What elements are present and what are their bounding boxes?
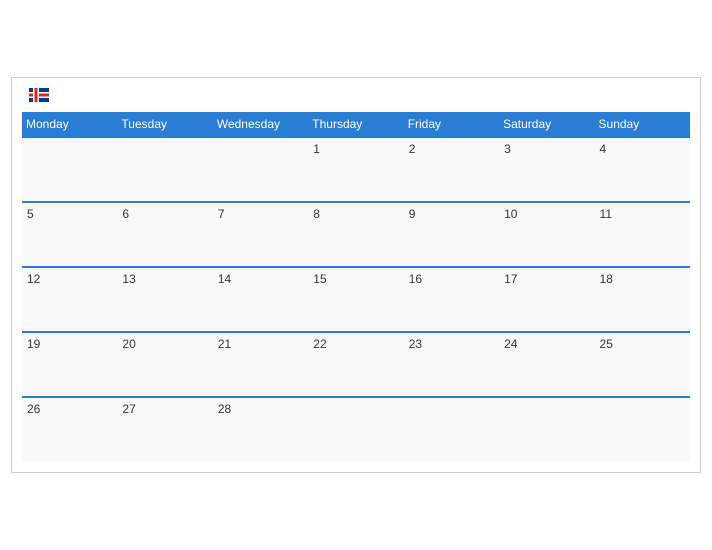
day-cell-9: 9 <box>404 202 499 267</box>
empty-cell <box>308 397 403 462</box>
day-number: 7 <box>218 207 303 221</box>
day-cell-20: 20 <box>117 332 212 397</box>
week-row-2: 56789 10 11 <box>22 202 690 267</box>
day-number: 22 <box>313 337 398 351</box>
day-cell-2: 2 <box>404 137 499 202</box>
day-number: 28 <box>218 402 303 416</box>
day-cell-14: 14 <box>213 267 308 332</box>
day-cell-19: 19 <box>22 332 117 397</box>
day-cell-11: 11 <box>595 202 690 267</box>
calendar-header <box>22 88 690 102</box>
calendar-container: MondayTuesdayWednesdayThursdayFridaySatu… <box>11 77 701 473</box>
empty-cell <box>595 397 690 462</box>
day-cell-17: 17 <box>499 267 594 332</box>
day-cell-10: 10 <box>499 202 594 267</box>
day-cell-13: 13 <box>117 267 212 332</box>
day-number: 23 <box>409 337 494 351</box>
week-row-3: 12 13 14 15 16 17 18 <box>22 267 690 332</box>
day-number: 16 <box>409 272 494 286</box>
weekday-saturday: Saturday <box>499 112 594 137</box>
day-number: 10 <box>504 207 589 221</box>
day-number: 12 <box>27 272 112 286</box>
day-number: 6 <box>122 207 207 221</box>
day-number: 25 <box>600 337 685 351</box>
day-number: 14 <box>218 272 303 286</box>
weekday-sunday: Sunday <box>595 112 690 137</box>
day-number: 2 <box>409 142 494 156</box>
day-cell-6: 6 <box>117 202 212 267</box>
day-number: 18 <box>600 272 685 286</box>
day-number: 24 <box>504 337 589 351</box>
day-cell-7: 7 <box>213 202 308 267</box>
day-number: 26 <box>27 402 112 416</box>
day-cell-25: 25 <box>595 332 690 397</box>
empty-cell <box>117 137 212 202</box>
empty-cell <box>22 137 117 202</box>
day-cell-1: 1 <box>308 137 403 202</box>
day-cell-12: 12 <box>22 267 117 332</box>
day-number: 4 <box>600 142 685 156</box>
weekday-header-row: MondayTuesdayWednesdayThursdayFridaySatu… <box>22 112 690 137</box>
day-number: 21 <box>218 337 303 351</box>
week-row-5: 26 27 28 <box>22 397 690 462</box>
day-number: 15 <box>313 272 398 286</box>
day-number: 20 <box>122 337 207 351</box>
weekday-friday: Friday <box>404 112 499 137</box>
day-cell-22: 22 <box>308 332 403 397</box>
day-cell-28: 28 <box>213 397 308 462</box>
logo <box>27 88 49 102</box>
day-cell-26: 26 <box>22 397 117 462</box>
day-cell-4: 4 <box>595 137 690 202</box>
day-number: 19 <box>27 337 112 351</box>
weekday-tuesday: Tuesday <box>117 112 212 137</box>
day-number: 11 <box>600 207 685 221</box>
day-cell-23: 23 <box>404 332 499 397</box>
weekday-wednesday: Wednesday <box>213 112 308 137</box>
day-number: 9 <box>409 207 494 221</box>
day-number: 1 <box>313 142 398 156</box>
calendar-table: MondayTuesdayWednesdayThursdayFridaySatu… <box>22 112 690 462</box>
day-cell-15: 15 <box>308 267 403 332</box>
day-cell-24: 24 <box>499 332 594 397</box>
empty-cell <box>213 137 308 202</box>
empty-cell <box>404 397 499 462</box>
day-number: 13 <box>122 272 207 286</box>
week-row-4: 19 20 21 22 23 24 25 <box>22 332 690 397</box>
day-cell-27: 27 <box>117 397 212 462</box>
weekday-thursday: Thursday <box>308 112 403 137</box>
day-number: 3 <box>504 142 589 156</box>
day-cell-18: 18 <box>595 267 690 332</box>
logo-flag-icon <box>29 88 49 102</box>
day-number: 27 <box>122 402 207 416</box>
day-number: 8 <box>313 207 398 221</box>
weekday-monday: Monday <box>22 112 117 137</box>
day-cell-3: 3 <box>499 137 594 202</box>
day-cell-5: 5 <box>22 202 117 267</box>
day-cell-8: 8 <box>308 202 403 267</box>
week-row-1: 1234 <box>22 137 690 202</box>
day-number: 5 <box>27 207 112 221</box>
day-number: 17 <box>504 272 589 286</box>
day-cell-21: 21 <box>213 332 308 397</box>
empty-cell <box>499 397 594 462</box>
day-cell-16: 16 <box>404 267 499 332</box>
